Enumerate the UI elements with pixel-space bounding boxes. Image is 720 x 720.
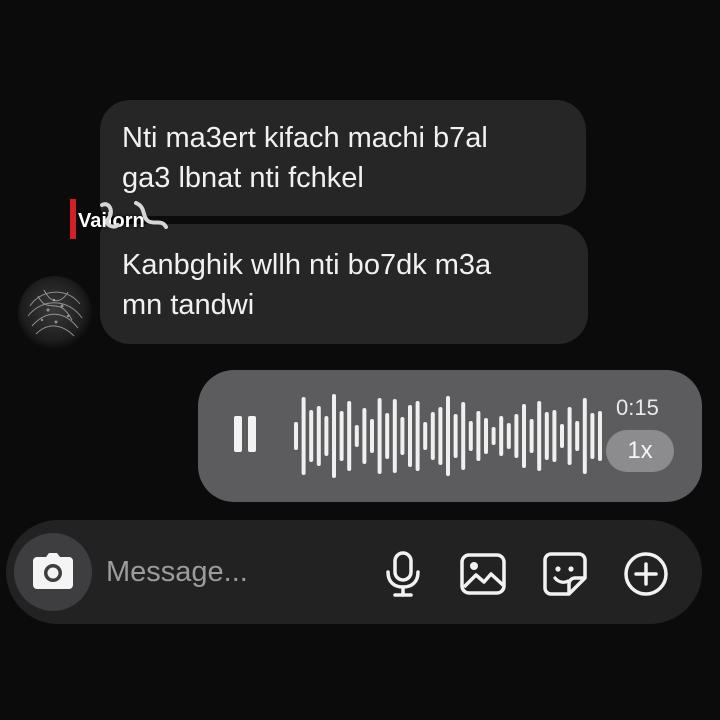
waveform-bar bbox=[514, 414, 519, 458]
waveform-bar bbox=[392, 399, 397, 473]
sticker-icon[interactable] bbox=[541, 550, 589, 598]
waveform-bar bbox=[552, 410, 557, 462]
waveform-bar bbox=[347, 401, 352, 471]
message-text-line: Nti ma3ert kifach machi b7al bbox=[122, 122, 488, 154]
waveform-bar bbox=[423, 422, 428, 450]
mic-icon[interactable] bbox=[379, 550, 427, 598]
waveform-bar bbox=[294, 422, 298, 450]
message-text-line: mn tandwi bbox=[122, 289, 255, 321]
waveform-bar bbox=[522, 404, 526, 468]
waveform-bar bbox=[362, 408, 367, 464]
waveform-bar bbox=[408, 405, 412, 467]
avatar-image bbox=[27, 289, 83, 337]
waveform-bar bbox=[590, 413, 595, 459]
waveform-bar bbox=[446, 396, 450, 476]
message-text-line: ga3 lbnat nti fchkel bbox=[122, 162, 364, 194]
audio-waveform[interactable] bbox=[292, 386, 602, 486]
plus-circle-icon[interactable] bbox=[622, 550, 670, 598]
waveform-bar bbox=[453, 414, 458, 458]
waveform-bar bbox=[484, 418, 488, 454]
voice-duration: 0:15 bbox=[616, 395, 659, 420]
waveform-bar bbox=[400, 417, 405, 455]
waveform-bar bbox=[544, 412, 549, 460]
message-input[interactable] bbox=[106, 548, 366, 596]
waveform-bar bbox=[385, 413, 390, 459]
waveform-bar bbox=[575, 421, 580, 451]
image-icon[interactable] bbox=[459, 550, 507, 598]
waveform-bar bbox=[468, 421, 473, 451]
voice-message-bubble[interactable]: 0:15 1x bbox=[198, 370, 702, 502]
waveform-bar bbox=[301, 397, 306, 475]
waveform-bar bbox=[461, 402, 466, 470]
pause-icon[interactable] bbox=[232, 416, 258, 452]
waveform-bar bbox=[430, 412, 435, 460]
waveform-bar bbox=[339, 411, 344, 461]
waveform-bar bbox=[415, 401, 420, 471]
sender-avatar[interactable] bbox=[18, 276, 92, 350]
waveform-bar bbox=[582, 398, 587, 474]
waveform-bar bbox=[324, 416, 329, 456]
camera-button[interactable] bbox=[14, 533, 92, 611]
message-composer bbox=[6, 520, 702, 624]
waveform-bar bbox=[537, 401, 542, 471]
sender-tag-bar bbox=[70, 199, 76, 239]
camera-icon bbox=[33, 553, 73, 589]
waveform-bar bbox=[354, 425, 359, 447]
waveform-bar bbox=[332, 394, 336, 478]
playback-speed-button[interactable]: 1x bbox=[606, 430, 674, 472]
message-bubble[interactable]: Kanbghik wllh nti bo7dk m3a mn tandwi bbox=[100, 224, 588, 344]
waveform-bar bbox=[370, 419, 374, 453]
waveform-bar bbox=[560, 424, 564, 448]
waveform-bar bbox=[567, 407, 572, 465]
waveform-bar bbox=[598, 411, 602, 461]
waveform-bar bbox=[506, 423, 511, 449]
message-text-line: Kanbghik wllh nti bo7dk m3a bbox=[122, 249, 492, 281]
sender-tag: Vailorn bbox=[70, 199, 168, 239]
waveform-bar bbox=[438, 407, 443, 465]
waveform-bar bbox=[377, 398, 382, 474]
waveform-bar bbox=[476, 411, 481, 461]
waveform-bar bbox=[316, 406, 321, 466]
waveform-bar bbox=[309, 410, 314, 462]
waveform-bar bbox=[529, 419, 534, 453]
waveform-bar bbox=[499, 416, 504, 456]
scribble-mark bbox=[100, 201, 168, 229]
waveform-bar bbox=[491, 427, 496, 445]
